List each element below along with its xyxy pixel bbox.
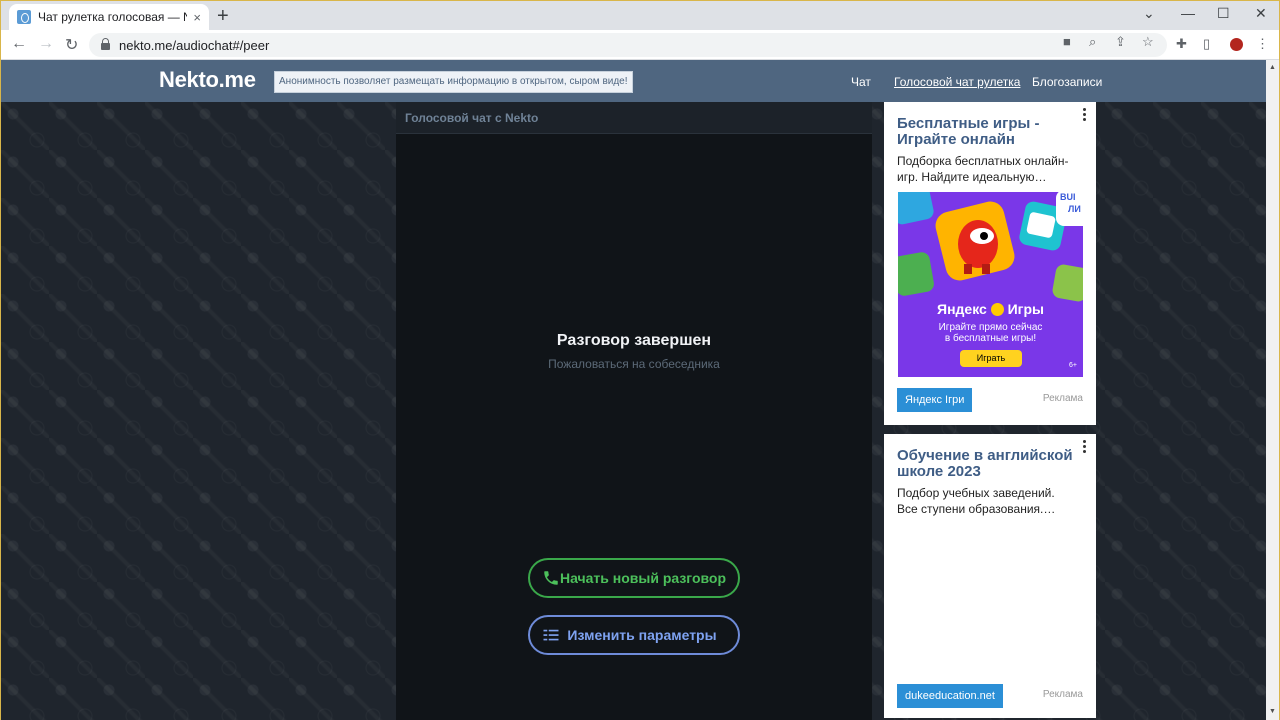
ad-options-icon[interactable] <box>1083 440 1087 455</box>
site-favicon-icon <box>17 10 31 24</box>
phone-icon <box>544 571 558 585</box>
age-rating: 6+ <box>1069 362 1077 369</box>
extensions-icon[interactable]: ✚ <box>1176 36 1187 52</box>
page-scrollbar[interactable]: ▲ ▼ <box>1266 60 1279 720</box>
change-settings-label: Изменить параметры <box>567 627 717 643</box>
ad-options-icon[interactable] <box>1083 108 1087 123</box>
nav-voice-chat-roulette[interactable]: Голосовой чат рулетка <box>894 75 1020 89</box>
star-icon[interactable]: ☆ <box>1142 34 1154 50</box>
ad-image-tagline-1: Играйте прямо сейчас <box>938 322 1043 333</box>
ad-title[interactable]: Бесплатные игры - Играйте онлайн <box>897 116 1077 148</box>
ad-label: Реклама <box>1042 393 1083 404</box>
game-corner-text: ЛИ <box>1068 204 1081 214</box>
game-tile <box>898 251 936 297</box>
ad-play-button[interactable]: Играть <box>960 350 1022 367</box>
ad-card-education[interactable]: Обучение в английской школе 2023 Подбор … <box>884 434 1096 718</box>
red-character-icon <box>958 220 998 274</box>
url-text: nekto.me/audiochat#/peer <box>119 37 270 53</box>
smiley-icon <box>990 303 1004 316</box>
ad-label: Реклама <box>1042 689 1083 700</box>
sidebar-icon[interactable]: ▯ <box>1203 36 1210 52</box>
camera-icon[interactable]: ■ <box>1063 34 1071 49</box>
zoom-icon[interactable]: ⌕ <box>1089 34 1096 50</box>
address-bar[interactable]: nekto.me/audiochat#/peer <box>89 33 1167 57</box>
scroll-down-icon[interactable]: ▼ <box>1269 708 1276 715</box>
back-arrow-icon[interactable]: ← <box>11 35 27 53</box>
scroll-up-icon[interactable]: ▲ <box>1269 64 1276 71</box>
ad-card-games[interactable]: Бесплатные игры - Играйте онлайн Подборк… <box>884 102 1096 425</box>
start-new-chat-button[interactable]: Начать новый разговор <box>528 558 740 598</box>
ad-image-brand: Яндекс Игры <box>937 301 1044 317</box>
minimize-button[interactable]: — <box>1181 5 1195 21</box>
profile-icon[interactable] <box>1230 38 1243 51</box>
settings-list-icon <box>543 629 559 641</box>
forward-arrow-icon[interactable]: → <box>38 35 54 53</box>
chat-title: Голосовой чат с Nekto <box>405 111 539 125</box>
share-icon[interactable]: ⇪ <box>1115 34 1126 50</box>
game-tile <box>1051 263 1083 303</box>
browser-tab[interactable]: Чат рулетка голосовая — Nekto.me × <box>9 4 209 30</box>
tab-search-button[interactable]: ⌄ <box>1143 5 1155 22</box>
site-logo[interactable]: Nekto.me <box>159 67 256 93</box>
ad-cta-button[interactable]: dukeeducation.net <box>897 684 1003 708</box>
ad-text: Подбор учебных заведений. Все ступени об… <box>897 486 1056 516</box>
ad-image-tagline-2: в бесплатные игры! <box>944 333 1037 344</box>
ad-title[interactable]: Обучение в английской школе 2023 <box>897 448 1082 480</box>
ad-cta-button[interactable]: Яндекс Ігри <box>897 388 973 412</box>
report-peer-link[interactable]: Пожаловаться на собеседника <box>396 357 872 371</box>
change-settings-button[interactable]: Изменить параметры <box>528 615 740 655</box>
start-new-chat-label: Начать новый разговор <box>559 570 727 586</box>
nav-chat[interactable]: Чат <box>851 75 871 89</box>
browser-tabstrip: Чат рулетка голосовая — Nekto.me × + ⌄ —… <box>1 1 1279 30</box>
nav-blog[interactable]: Блогозаписи <box>1032 75 1102 89</box>
site-tagline: Анонимность позволяет размещать информац… <box>274 71 633 93</box>
menu-icon[interactable]: ⋮ <box>1256 36 1269 52</box>
reload-icon[interactable]: ↻ <box>65 35 78 55</box>
game-corner-text: BUI <box>1060 192 1076 202</box>
game-tile <box>898 192 936 226</box>
ad-image-yandex-games[interactable]: BUI ЛИ Яндекс Игры Играйте прямо сейчас … <box>898 192 1083 377</box>
lock-icon <box>101 38 110 50</box>
conversation-ended-title: Разговор завершен <box>556 332 712 349</box>
new-tab-button[interactable]: + <box>217 5 229 28</box>
ad-text: Подборка бесплатных онлайн-игр. Найдите … <box>897 154 1069 184</box>
close-window-button[interactable]: ✕ <box>1255 5 1267 22</box>
maximize-button[interactable]: ☐ <box>1217 5 1230 22</box>
browser-toolbar: ← → ↻ nekto.me/audiochat#/peer ■ ⌕ ⇪ ☆ ✚… <box>1 30 1279 60</box>
tab-close-icon[interactable]: × <box>193 10 201 25</box>
tab-title: Чат рулетка голосовая — Nekto.me <box>38 10 188 24</box>
